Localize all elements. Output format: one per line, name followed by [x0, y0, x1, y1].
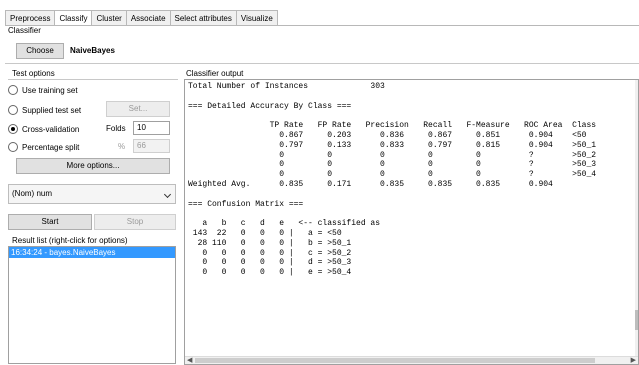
use-training-set-radio[interactable] [8, 85, 18, 95]
tab-visualize[interactable]: Visualize [235, 10, 278, 26]
test-options-divider [8, 79, 178, 80]
tab-cluster[interactable]: Cluster [91, 10, 126, 26]
test-options-label: Test options [12, 69, 55, 78]
supplied-test-set-radio[interactable] [8, 105, 18, 115]
class-attribute-value: (Nom) num [12, 189, 53, 198]
tab-bar: Preprocess Classify Cluster Associate Se… [5, 10, 278, 26]
choose-button[interactable]: Choose [16, 43, 64, 59]
more-options-button[interactable]: More options... [16, 158, 170, 174]
classifier-output-text[interactable]: Total Number of Instances 303 === Detail… [185, 80, 638, 278]
classifier-group-label: Classifier [8, 26, 41, 35]
folds-label: Folds [106, 124, 126, 133]
supplied-test-set-option[interactable]: Supplied test set [8, 103, 81, 117]
result-list[interactable]: 16:34:24 - bayes.NaiveBayes [8, 246, 176, 364]
use-training-set-option[interactable]: Use training set [8, 83, 78, 97]
scroll-right-icon[interactable]: ▶ [631, 357, 636, 364]
cross-validation-option[interactable]: Cross-validation [8, 122, 79, 136]
result-list-label: Result list (right-click for options) [12, 236, 128, 245]
set-button[interactable]: Set... [106, 101, 170, 117]
tab-select-attributes[interactable]: Select attributes [169, 10, 236, 26]
vertical-scrollbar[interactable] [635, 80, 638, 356]
vertical-scroll-thumb[interactable] [635, 310, 638, 330]
classifier-divider [5, 63, 639, 64]
percent-symbol: % [118, 142, 126, 151]
tab-divider [5, 25, 639, 26]
supplied-test-set-label: Supplied test set [22, 105, 82, 115]
percentage-split-option[interactable]: Percentage split [8, 140, 79, 154]
classifier-output-panel[interactable]: Total Number of Instances 303 === Detail… [184, 79, 639, 365]
cross-validation-label: Cross-validation [22, 124, 80, 134]
percentage-split-label: Percentage split [22, 142, 80, 152]
start-button[interactable]: Start [8, 214, 92, 230]
chevron-down-icon [163, 190, 172, 199]
scroll-left-icon[interactable]: ◀ [187, 357, 192, 364]
classifier-output-label: Classifier output [186, 69, 244, 78]
result-list-item[interactable]: 16:34:24 - bayes.NaiveBayes [9, 247, 175, 258]
percentage-split-radio[interactable] [8, 142, 18, 152]
tab-associate[interactable]: Associate [125, 10, 170, 26]
cross-validation-radio[interactable] [8, 124, 18, 134]
stop-button[interactable]: Stop [94, 214, 176, 230]
tab-classify[interactable]: Classify [54, 10, 92, 26]
percent-input[interactable]: 66 [133, 139, 170, 153]
horizontal-scrollbar[interactable]: ◀ ▶ [185, 356, 638, 364]
horizontal-scroll-thumb[interactable] [195, 358, 595, 363]
classifier-name[interactable]: NaiveBayes [70, 45, 115, 57]
use-training-set-label: Use training set [22, 85, 78, 95]
tab-preprocess[interactable]: Preprocess [5, 10, 55, 26]
class-attribute-select[interactable]: (Nom) num [8, 184, 176, 204]
folds-input[interactable]: 10 [133, 121, 170, 135]
